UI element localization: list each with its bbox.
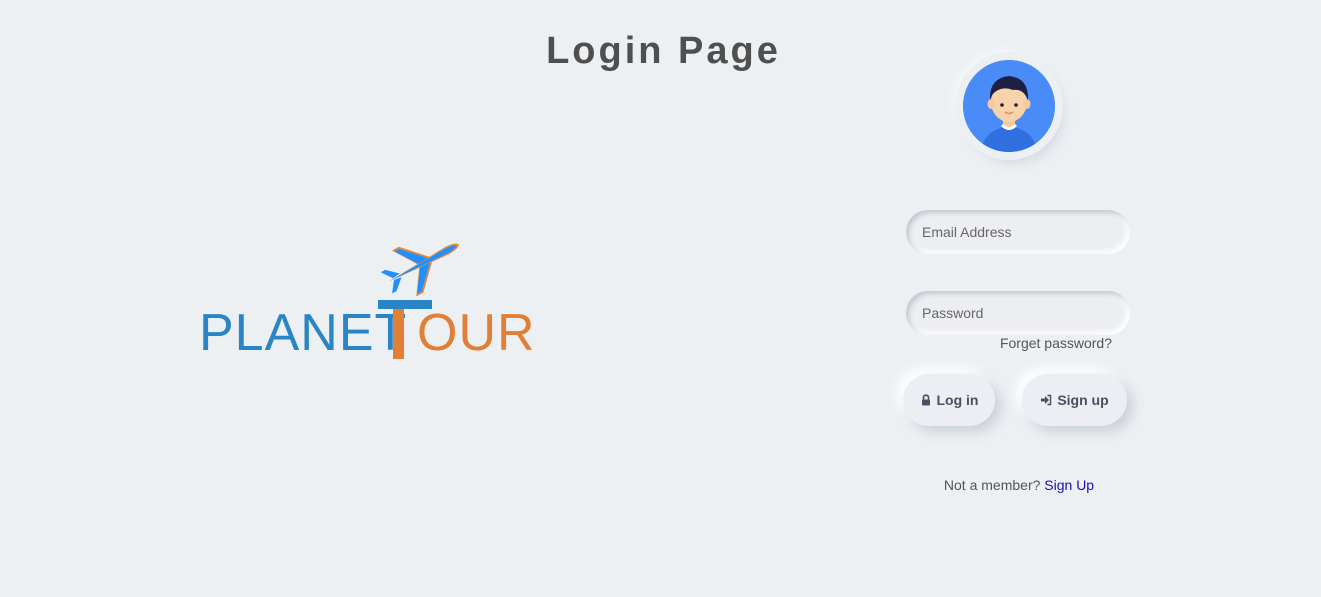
member-prompt-text: Not a member? <box>943 477 1041 493</box>
signup-button-label: Sign up <box>1057 392 1109 408</box>
login-button[interactable]: Log in <box>903 374 995 426</box>
user-avatar-icon <box>963 60 1055 152</box>
forgot-password-link[interactable]: Forget password? <box>960 335 1112 351</box>
signup-button[interactable]: Sign up <box>1022 374 1127 426</box>
logo-text-our: OUR <box>417 304 535 362</box>
signup-link[interactable]: Sign Up <box>1044 477 1094 493</box>
planet-tour-logo: PLANET OUR <box>195 230 535 370</box>
sign-in-icon <box>1040 394 1052 406</box>
email-field[interactable] <box>906 210 1130 254</box>
logo-text-planet: PLANET <box>199 304 407 362</box>
page-title: Login Page <box>546 30 781 72</box>
lock-icon <box>920 394 932 406</box>
airplane-icon <box>380 243 459 297</box>
login-button-label: Log in <box>936 392 979 408</box>
member-prompt: Not a member? Sign Up <box>900 477 1138 493</box>
password-field[interactable] <box>906 291 1130 335</box>
